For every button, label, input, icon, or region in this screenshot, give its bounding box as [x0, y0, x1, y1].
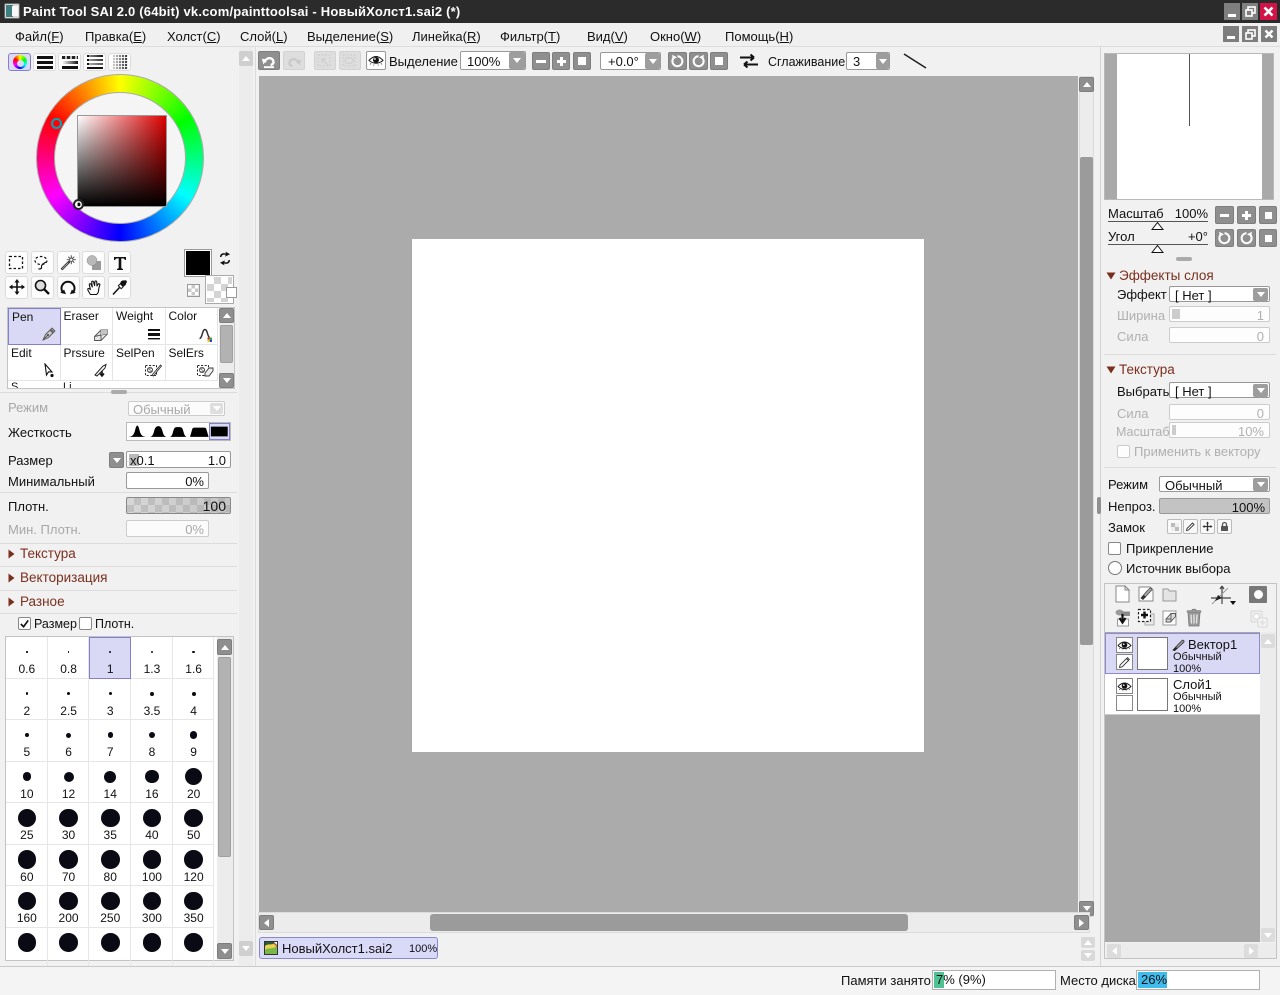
svg-text:S: S: [148, 368, 152, 374]
svg-text:S: S: [200, 368, 204, 374]
